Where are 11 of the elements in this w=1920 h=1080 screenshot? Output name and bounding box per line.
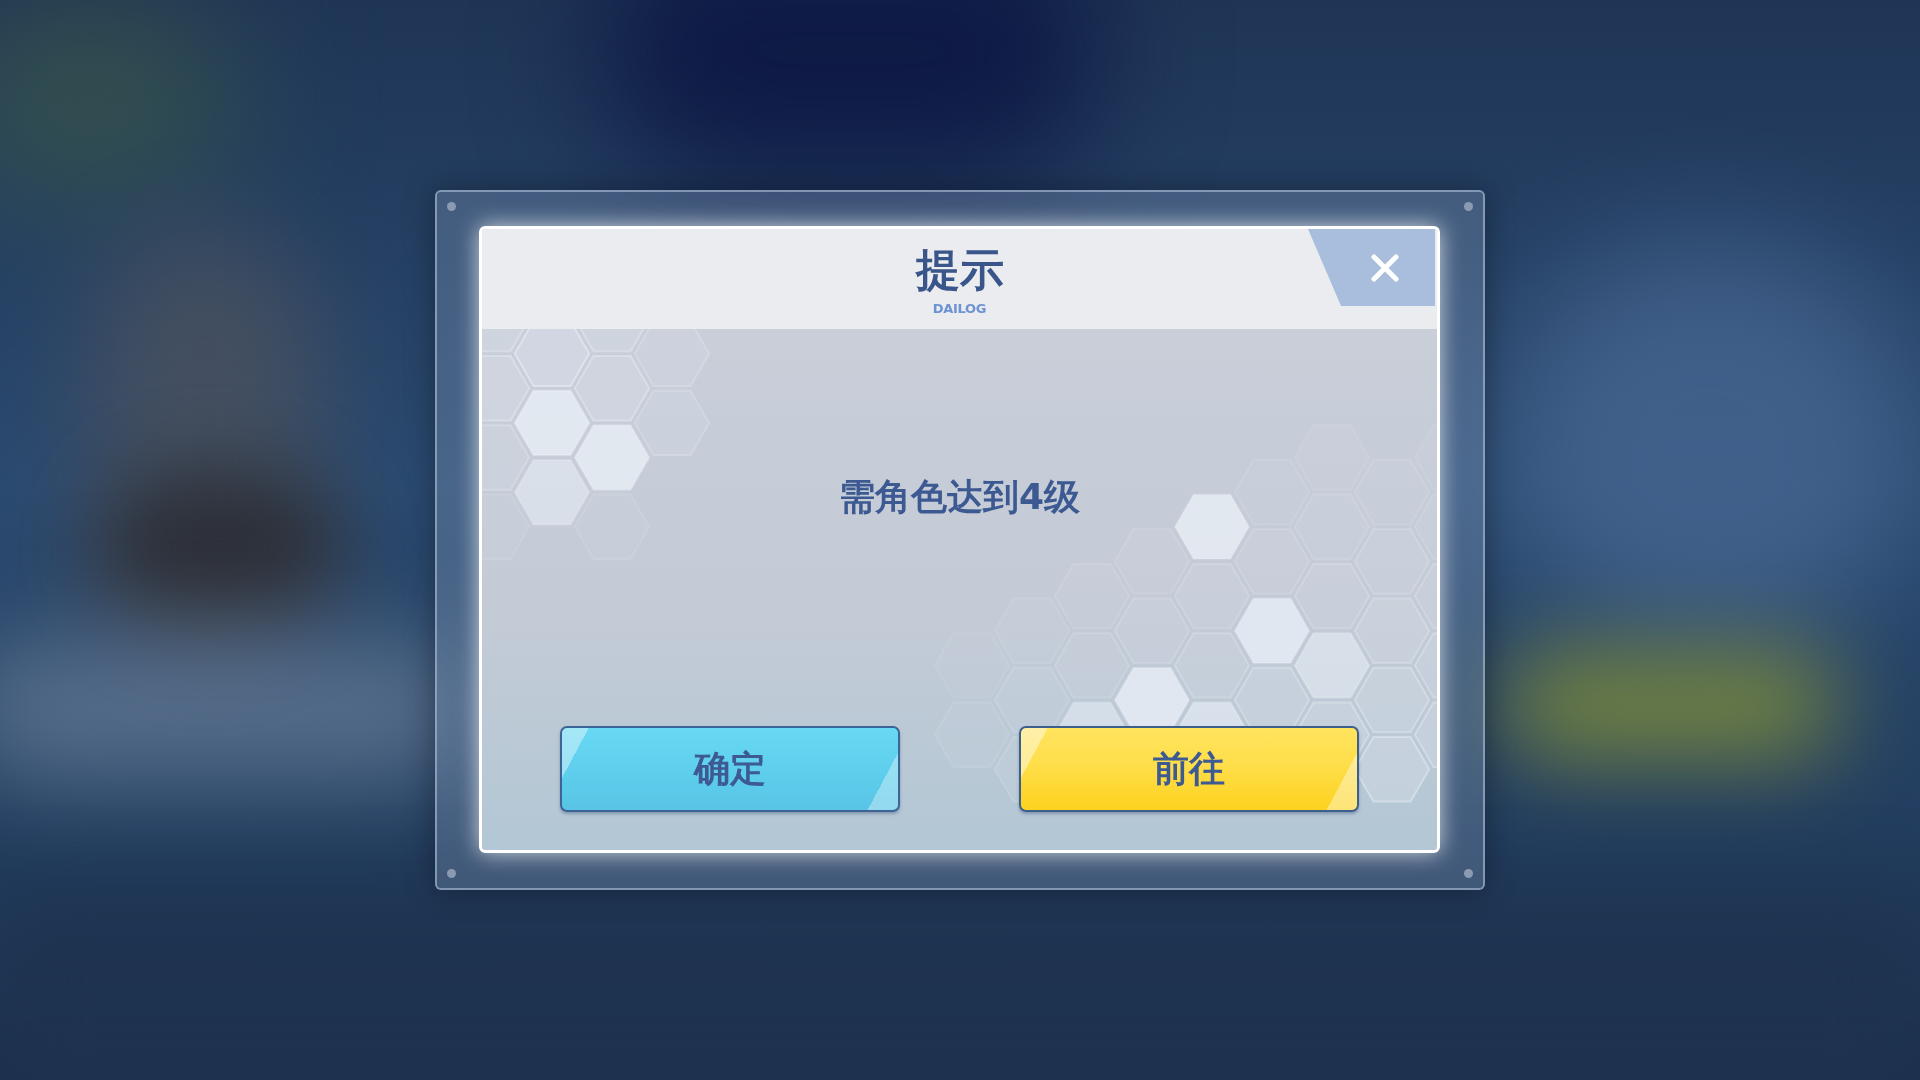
go-button[interactable]: 前往 — [1019, 726, 1359, 812]
dialog-title: 提示 — [915, 245, 1004, 295]
rivet-icon — [447, 202, 456, 211]
dialog-subtitle: DAILOG — [932, 301, 987, 317]
rivet-icon — [447, 869, 456, 878]
close-icon — [1370, 252, 1400, 283]
rivet-icon — [1464, 202, 1473, 211]
close-button[interactable] — [1308, 229, 1435, 306]
dialog-message: 需角色达到4级 — [838, 477, 1081, 517]
rivet-icon — [1464, 869, 1473, 878]
confirm-button[interactable]: 确定 — [560, 726, 900, 812]
